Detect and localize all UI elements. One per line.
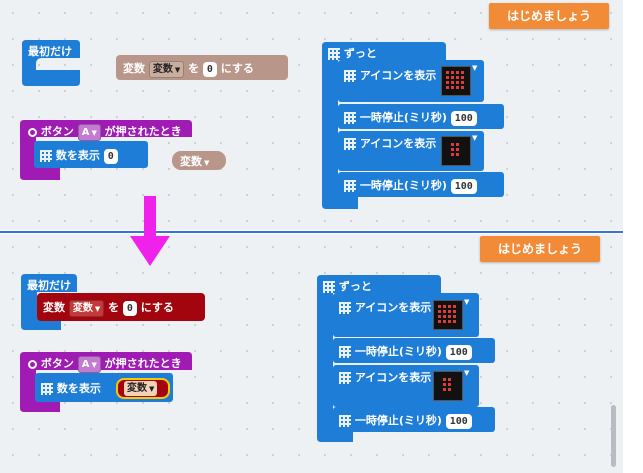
- pause-label: 一時停止(ミリ秒): [359, 111, 447, 124]
- on-button-suffix: が押されたとき: [104, 125, 182, 138]
- set-value-field[interactable]: 0: [122, 301, 137, 316]
- on-button-prefix: ボタン: [40, 125, 74, 138]
- grid-icon: [344, 180, 356, 192]
- set-variable-prefix: 変数: [43, 301, 65, 314]
- gear-icon: [28, 127, 37, 137]
- pause-label: 一時停止(ミリ秒): [354, 345, 442, 358]
- grid-icon: [344, 70, 356, 82]
- forever-label: ずっと: [343, 47, 377, 60]
- grid-icon: [339, 415, 351, 427]
- chevron-down-icon: ▼: [91, 129, 97, 137]
- set-value-field[interactable]: 0: [202, 62, 217, 77]
- show-icon-label: アイコンを表示: [354, 301, 432, 314]
- show-number-label: 数を表示: [56, 382, 101, 395]
- show-icon-label: アイコンを表示: [359, 69, 437, 82]
- vertical-scrollbar[interactable]: [611, 405, 616, 467]
- led-icon-picker[interactable]: [433, 300, 463, 330]
- pane-divider: [0, 231, 643, 233]
- pause-label: 一時停止(ミリ秒): [359, 179, 447, 192]
- grid-icon: [323, 281, 335, 293]
- down-arrow-head-icon: [130, 236, 170, 266]
- grid-icon: [339, 302, 351, 314]
- variable-reporter[interactable]: 変数 ▼: [116, 378, 170, 399]
- chevron-down-icon: ▼: [174, 66, 181, 74]
- set-variable-suffix: にする: [220, 62, 254, 75]
- grid-icon: [344, 112, 356, 124]
- pause-value-field[interactable]: 100: [450, 111, 477, 126]
- show-number-block[interactable]: 数を表示 変数 ▼: [35, 373, 173, 402]
- chevron-down-icon: ▼: [149, 385, 155, 393]
- show-icon-block[interactable]: アイコンを表示 ▼: [338, 60, 484, 102]
- set-variable-block[interactable]: 変数 変数 ▼ を 0 にする: [116, 55, 288, 80]
- workspace-after: はじめましょう 最初だけ 変数 変数 ▼ を 0 にする ボタン A ▼ が押された…: [0, 234, 623, 473]
- gear-icon: [28, 359, 37, 369]
- forever-label: ずっと: [338, 280, 372, 293]
- variable-dropdown[interactable]: 変数 ▼: [148, 61, 185, 78]
- chevron-down-icon: ▼: [94, 305, 101, 313]
- pause-label: 一時停止(ミリ秒): [354, 414, 442, 427]
- show-icon-label: アイコンを表示: [359, 137, 437, 150]
- show-icon-block[interactable]: アイコンを表示 ▼: [333, 365, 479, 407]
- variable-dropdown[interactable]: 変数 ▼: [68, 300, 105, 317]
- on-button-suffix: が押されたとき: [104, 357, 182, 370]
- set-variable-mid: を: [108, 301, 120, 314]
- on-start-label: 最初だけ: [27, 279, 71, 292]
- set-variable-block[interactable]: 変数 変数 ▼ を 0 にする: [37, 293, 205, 321]
- variable-reporter-dropdown[interactable]: 変数 ▼: [124, 381, 158, 396]
- grid-icon: [339, 346, 351, 358]
- on-button-prefix: ボタン: [40, 357, 74, 370]
- start-tutorial-button[interactable]: はじめましょう: [480, 236, 601, 262]
- grid-icon: [344, 138, 356, 150]
- on-start-label: 最初だけ: [28, 45, 72, 58]
- led-icon-picker[interactable]: [441, 136, 471, 166]
- chevron-down-icon: ▼: [464, 369, 470, 377]
- grid-icon: [40, 150, 52, 162]
- loose-variable-reporter[interactable]: 変数 ▼: [172, 151, 226, 170]
- chevron-down-icon: ▼: [472, 64, 478, 72]
- workspace-before: はじめましょう 最初だけ 変数 変数 ▼ を 0 にする ボタン A ▼ が押された…: [0, 0, 623, 230]
- button-dropdown-value: A: [81, 127, 90, 138]
- show-number-label: 数を表示: [55, 149, 100, 162]
- chevron-down-icon: ▼: [464, 298, 470, 306]
- button-dropdown[interactable]: A ▼: [77, 124, 101, 141]
- right-rail: [623, 0, 643, 473]
- pause-block[interactable]: 一時停止(ミリ秒) 100: [333, 338, 495, 363]
- grid-icon: [328, 48, 340, 60]
- set-variable-mid: を: [188, 62, 200, 75]
- pause-block[interactable]: 一時停止(ミリ秒) 100: [338, 104, 504, 129]
- button-dropdown[interactable]: A ▼: [77, 356, 101, 373]
- down-arrow-icon: [144, 196, 156, 238]
- set-variable-suffix: にする: [140, 301, 174, 314]
- chevron-down-icon: ▼: [472, 134, 478, 142]
- led-icon-picker[interactable]: [433, 371, 463, 401]
- loose-variable-name: 変数: [180, 155, 202, 168]
- grid-icon: [339, 372, 351, 384]
- show-icon-block[interactable]: アイコンを表示 ▼: [338, 131, 484, 171]
- show-icon-block[interactable]: アイコンを表示 ▼: [333, 293, 479, 337]
- chevron-down-icon: ▼: [91, 361, 97, 369]
- pause-value-field[interactable]: 100: [445, 414, 472, 429]
- grid-icon: [41, 383, 53, 395]
- chevron-down-icon: ▼: [204, 159, 210, 167]
- pause-block[interactable]: 一時停止(ミリ秒) 100: [333, 407, 495, 432]
- led-icon-picker[interactable]: [441, 66, 471, 96]
- variable-reporter-value: 変数: [127, 383, 147, 394]
- button-dropdown-value: A: [81, 359, 90, 370]
- variable-dropdown-value: 変数: [152, 64, 173, 75]
- start-tutorial-button[interactable]: はじめましょう: [489, 3, 610, 29]
- on-start-block[interactable]: 最初だけ: [22, 40, 80, 86]
- show-number-value[interactable]: 0: [103, 149, 118, 164]
- show-number-block[interactable]: 数を表示 0: [34, 141, 148, 168]
- set-variable-prefix: 変数: [123, 62, 145, 75]
- variable-dropdown-value: 変数: [72, 303, 93, 314]
- pause-value-field[interactable]: 100: [445, 345, 472, 360]
- show-icon-label: アイコンを表示: [354, 371, 432, 384]
- pause-block[interactable]: 一時停止(ミリ秒) 100: [338, 172, 504, 197]
- pause-value-field[interactable]: 100: [450, 179, 477, 194]
